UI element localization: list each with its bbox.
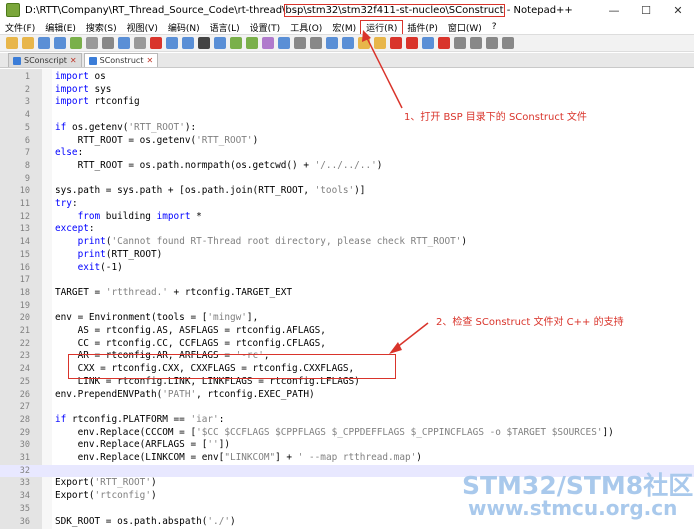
annotation-overlay xyxy=(362,30,429,354)
arrow-2-head xyxy=(389,342,402,354)
annotation-note-2: 2、检查 SConstruct 文件对 C++ 的支持 xyxy=(436,317,624,328)
arrow-2 xyxy=(395,322,429,349)
annotation-note-1: 1、打开 BSP 目录下的 SConstruct 文件 xyxy=(404,112,587,123)
arrow-1 xyxy=(365,35,403,109)
cxx-highlight-box xyxy=(68,354,396,379)
arrow-1-head xyxy=(362,30,371,42)
watermark-url: www.stmcu.org.cn xyxy=(468,496,678,520)
